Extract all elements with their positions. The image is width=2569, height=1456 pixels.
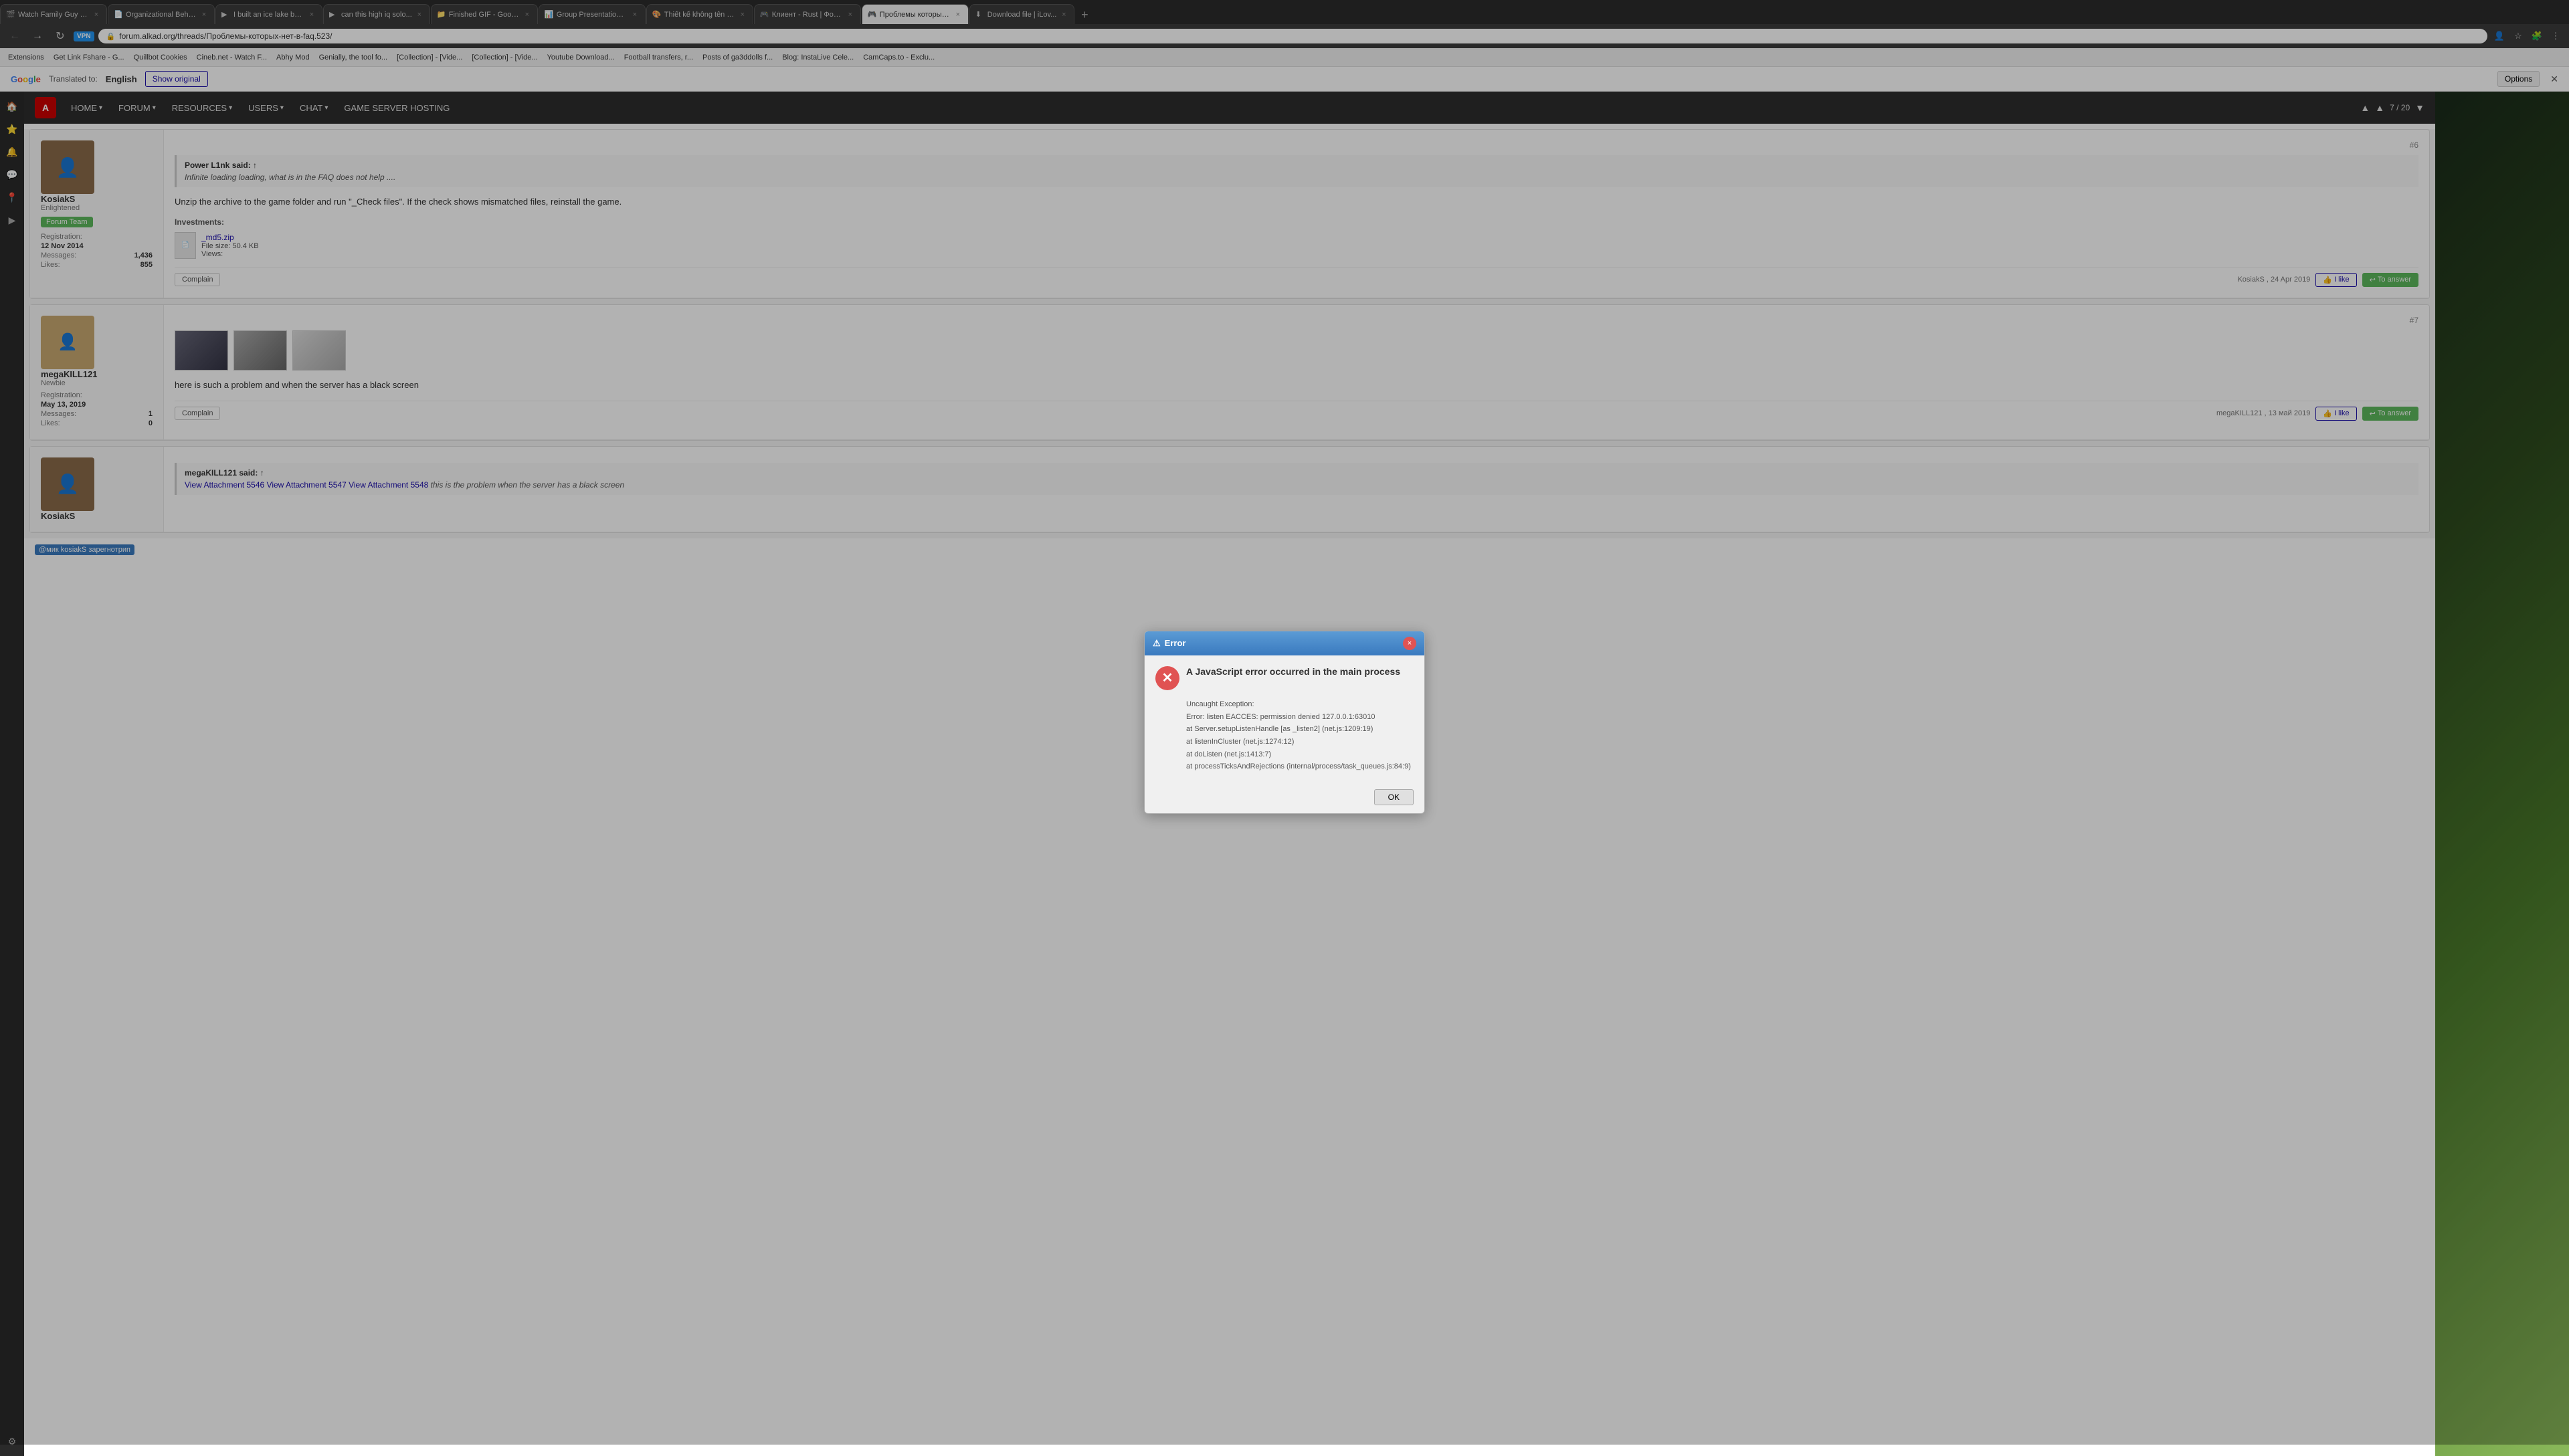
dialog-footer: OK	[1145, 784, 1424, 813]
dialog-title: ⚠ Error	[1153, 638, 1185, 649]
dialog-error-line-4: at doListen (net.js:1413:7)	[1186, 748, 1414, 761]
error-icon-small: ⚠	[1153, 638, 1161, 649]
dialog-close-button[interactable]: ×	[1403, 637, 1416, 650]
dialog-error-icon: ✕	[1155, 666, 1179, 690]
dialog-body: ✕ A JavaScript error occurred in the mai…	[1145, 655, 1424, 784]
dialog-error-details: Uncaught Exception: Error: listen EACCES…	[1186, 698, 1414, 773]
dialog-uncaught-label: Uncaught Exception:	[1186, 698, 1414, 711]
dialog-error-line-1: Error: listen EACCES: permission denied …	[1186, 711, 1414, 724]
dialog-overlay: ⚠ Error × ✕ A JavaScript error occurred …	[0, 0, 2569, 1445]
dialog-main-message: A JavaScript error occurred in the main …	[1186, 666, 1400, 677]
dialog-header-row: ✕ A JavaScript error occurred in the mai…	[1155, 666, 1414, 690]
dialog-error-line-3: at listenInCluster (net.js:1274:12)	[1186, 736, 1414, 748]
dialog-error-line-2: at Server.setupListenHandle [as _listen2…	[1186, 723, 1414, 736]
dialog-ok-button[interactable]: OK	[1374, 789, 1414, 805]
error-dialog: ⚠ Error × ✕ A JavaScript error occurred …	[1144, 631, 1425, 814]
dialog-error-line-5: at processTicksAndRejections (internal/p…	[1186, 760, 1414, 773]
dialog-titlebar: ⚠ Error ×	[1145, 631, 1424, 655]
